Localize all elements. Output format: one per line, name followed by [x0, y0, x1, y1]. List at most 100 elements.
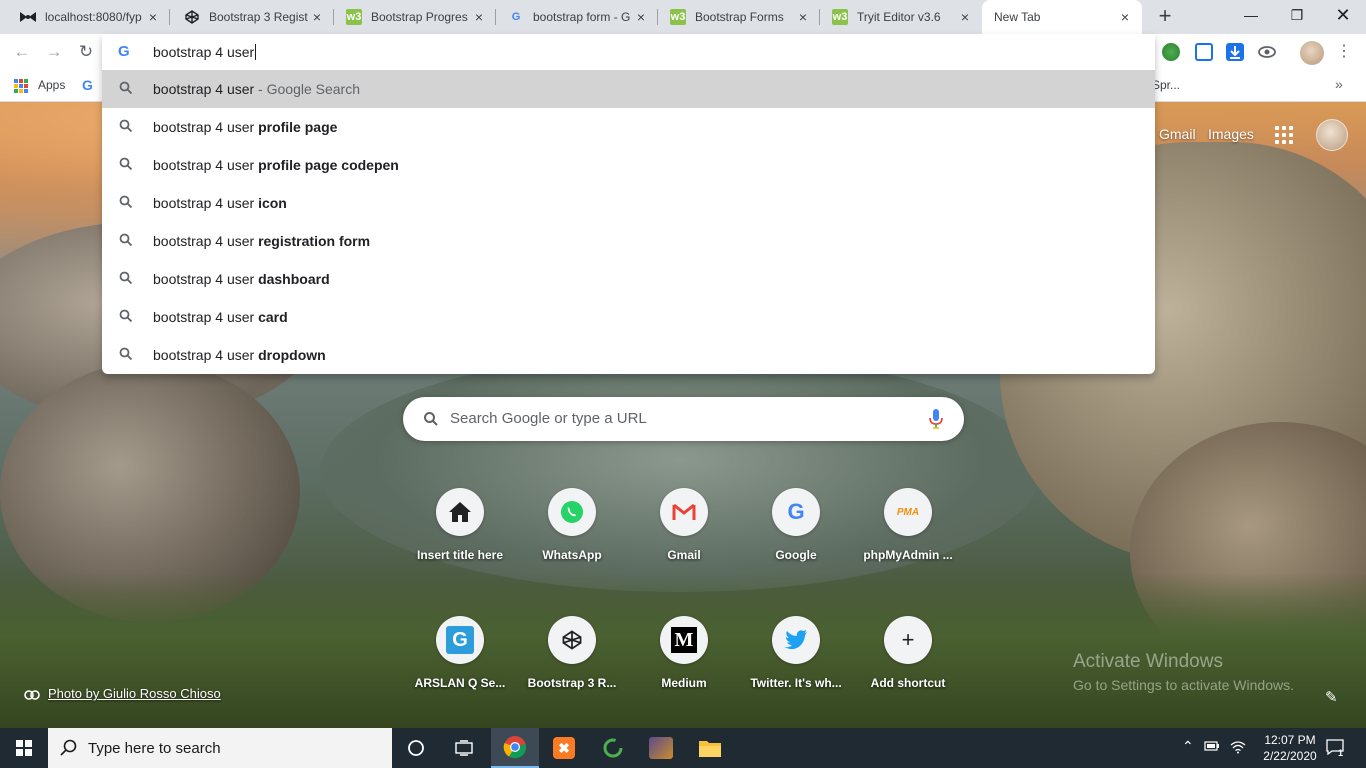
- house-icon: [436, 488, 484, 536]
- tab-bootstrap-form-google[interactable]: G bootstrap form - G ×: [496, 0, 658, 34]
- extension-globe-icon[interactable]: [1162, 43, 1180, 61]
- close-window-button[interactable]: ✕: [1320, 0, 1366, 30]
- gmail-link[interactable]: Gmail: [1159, 126, 1196, 142]
- apps-bookmark[interactable]: Apps: [38, 78, 65, 92]
- shortcut-tile[interactable]: PMA phpMyAdmin ...: [852, 488, 964, 600]
- close-icon[interactable]: ×: [472, 10, 486, 24]
- system-clock[interactable]: 12:07 PM 2/22/2020: [1257, 732, 1323, 764]
- clock-date: 2/22/2020: [1263, 749, 1317, 763]
- tab-bootstrap-forms[interactable]: w3 Bootstrap Forms ×: [658, 0, 820, 34]
- w3schools-icon: w3: [832, 9, 848, 25]
- suggestion-row[interactable]: bootstrap 4 user dashboard: [102, 260, 1155, 298]
- shortcut-tile[interactable]: Bootstrap 3 R...: [516, 616, 628, 728]
- minimize-button[interactable]: —: [1228, 0, 1274, 30]
- search-icon: [119, 309, 133, 323]
- tab-strip: localhost:8080/fyp × Bootstrap 3 Regist …: [0, 0, 1366, 34]
- medium-icon: M: [660, 616, 708, 664]
- close-icon[interactable]: ×: [958, 10, 972, 24]
- close-icon[interactable]: ×: [634, 10, 648, 24]
- tab-tryit-editor[interactable]: w3 Tryit Editor v3.6 ×: [820, 0, 982, 34]
- customize-pencil-icon[interactable]: ✎: [1325, 688, 1341, 706]
- extension-copy-icon[interactable]: [1195, 43, 1213, 61]
- cortana-icon[interactable]: [392, 728, 440, 768]
- bookmark-item[interactable]: Spr...: [1152, 78, 1180, 92]
- chrome-taskbar-icon[interactable]: [491, 728, 539, 768]
- suggestion-row[interactable]: bootstrap 4 user registration form: [102, 222, 1155, 260]
- refresh-app-icon[interactable]: [589, 728, 637, 768]
- extension-eye-icon[interactable]: [1258, 43, 1276, 61]
- file-explorer-icon[interactable]: [686, 728, 734, 768]
- shortcut-label: WhatsApp: [542, 548, 602, 562]
- close-icon[interactable]: ×: [310, 10, 324, 24]
- shortcut-tile[interactable]: G ARSLAN Q Se...: [404, 616, 516, 728]
- tab-localhost[interactable]: localhost:8080/fyp ×: [8, 0, 170, 34]
- suggestion-row[interactable]: bootstrap 4 user - Google Search: [102, 70, 1155, 108]
- shortcut-tile[interactable]: Gmail: [628, 488, 740, 600]
- taskbar-search-placeholder: Type here to search: [88, 740, 221, 757]
- apps-grid-icon[interactable]: [14, 79, 28, 93]
- search-icon: [60, 739, 77, 756]
- google-apps-icon[interactable]: [1275, 126, 1293, 144]
- microphone-icon[interactable]: [929, 409, 943, 429]
- search-icon: [119, 233, 133, 247]
- close-icon[interactable]: ×: [1118, 10, 1132, 24]
- suggestion-row[interactable]: bootstrap 4 user icon: [102, 184, 1155, 222]
- shortcut-tile[interactable]: G Google: [740, 488, 852, 600]
- suggestion-prefix: bootstrap 4 user: [153, 271, 259, 287]
- google-icon: G: [511, 11, 521, 23]
- shortcut-label: phpMyAdmin ...: [863, 548, 953, 562]
- reload-button[interactable]: ↻: [75, 41, 97, 63]
- shortcut-tile[interactable]: WhatsApp: [516, 488, 628, 600]
- notification-count: 1: [1338, 748, 1344, 758]
- suggestion-completion: registration form: [258, 233, 371, 249]
- tab-bootstrap-progress[interactable]: w3 Bootstrap Progres ×: [334, 0, 496, 34]
- game-app-icon[interactable]: [637, 728, 685, 768]
- extension-download-icon[interactable]: [1226, 43, 1244, 61]
- suggestion-prefix: bootstrap 4 user: [153, 119, 259, 135]
- plus-icon: +: [884, 616, 932, 664]
- photo-credit-link[interactable]: Photo by Giulio Rosso Chioso: [48, 686, 221, 701]
- suggestion-prefix: bootstrap 4 user: [153, 157, 259, 173]
- close-icon[interactable]: ×: [146, 10, 160, 24]
- google-icon[interactable]: G: [82, 77, 93, 93]
- wifi-icon[interactable]: [1230, 740, 1246, 757]
- suggestion-row[interactable]: bootstrap 4 user profile page codepen: [102, 146, 1155, 184]
- tab-title: Bootstrap Progres: [371, 10, 468, 24]
- battery-icon[interactable]: [1204, 740, 1220, 755]
- ntp-search-box[interactable]: Search Google or type a URL: [403, 397, 964, 441]
- tab-bootstrap3-regist[interactable]: Bootstrap 3 Regist ×: [172, 0, 334, 34]
- suggestion-row[interactable]: bootstrap 4 user card: [102, 298, 1155, 336]
- menu-icon[interactable]: ⋮: [1336, 42, 1352, 62]
- search-icon: [119, 81, 133, 95]
- shortcut-tile[interactable]: Insert title here: [404, 488, 516, 600]
- omnibox-dropdown: G bootstrap 4 user bootstrap 4 user - Go…: [102, 34, 1155, 374]
- bookmarks-overflow-icon[interactable]: »: [1335, 76, 1343, 92]
- windows-start-icon[interactable]: [0, 728, 48, 768]
- tab-new-tab[interactable]: New Tab ×: [982, 0, 1142, 34]
- add-shortcut-tile[interactable]: + Add shortcut: [852, 616, 964, 728]
- account-avatar[interactable]: [1316, 119, 1348, 151]
- back-button[interactable]: ←: [11, 41, 33, 63]
- search-icon: [119, 271, 133, 285]
- close-icon[interactable]: ×: [796, 10, 810, 24]
- suggestion-prefix: bootstrap 4 user: [153, 81, 255, 97]
- activate-subtitle: Go to Settings to activate Windows.: [1073, 677, 1294, 693]
- xampp-icon[interactable]: ✖: [540, 728, 588, 768]
- shortcut-tile[interactable]: Twitter. It's wh...: [740, 616, 852, 728]
- tray-chevron-icon[interactable]: ⌃: [1182, 738, 1194, 755]
- suggestion-completion: card: [258, 309, 288, 325]
- bow-icon: [20, 9, 36, 25]
- address-input-value[interactable]: bootstrap 4 user: [153, 44, 254, 60]
- shortcut-tile[interactable]: M Medium: [628, 616, 740, 728]
- forward-button[interactable]: →: [43, 41, 65, 63]
- images-link[interactable]: Images: [1208, 126, 1254, 142]
- suggestion-row[interactable]: bootstrap 4 user dropdown: [102, 336, 1155, 374]
- suggestion-completion: profile page codepen: [258, 157, 399, 173]
- task-view-icon[interactable]: [440, 728, 488, 768]
- taskbar-search-box[interactable]: Type here to search: [48, 728, 392, 768]
- address-bar[interactable]: G bootstrap 4 user: [102, 34, 1155, 70]
- suggestion-row[interactable]: bootstrap 4 user profile page: [102, 108, 1155, 146]
- profile-avatar[interactable]: [1300, 41, 1324, 65]
- new-tab-button[interactable]: +: [1154, 5, 1176, 28]
- restore-button[interactable]: ❐: [1274, 0, 1320, 30]
